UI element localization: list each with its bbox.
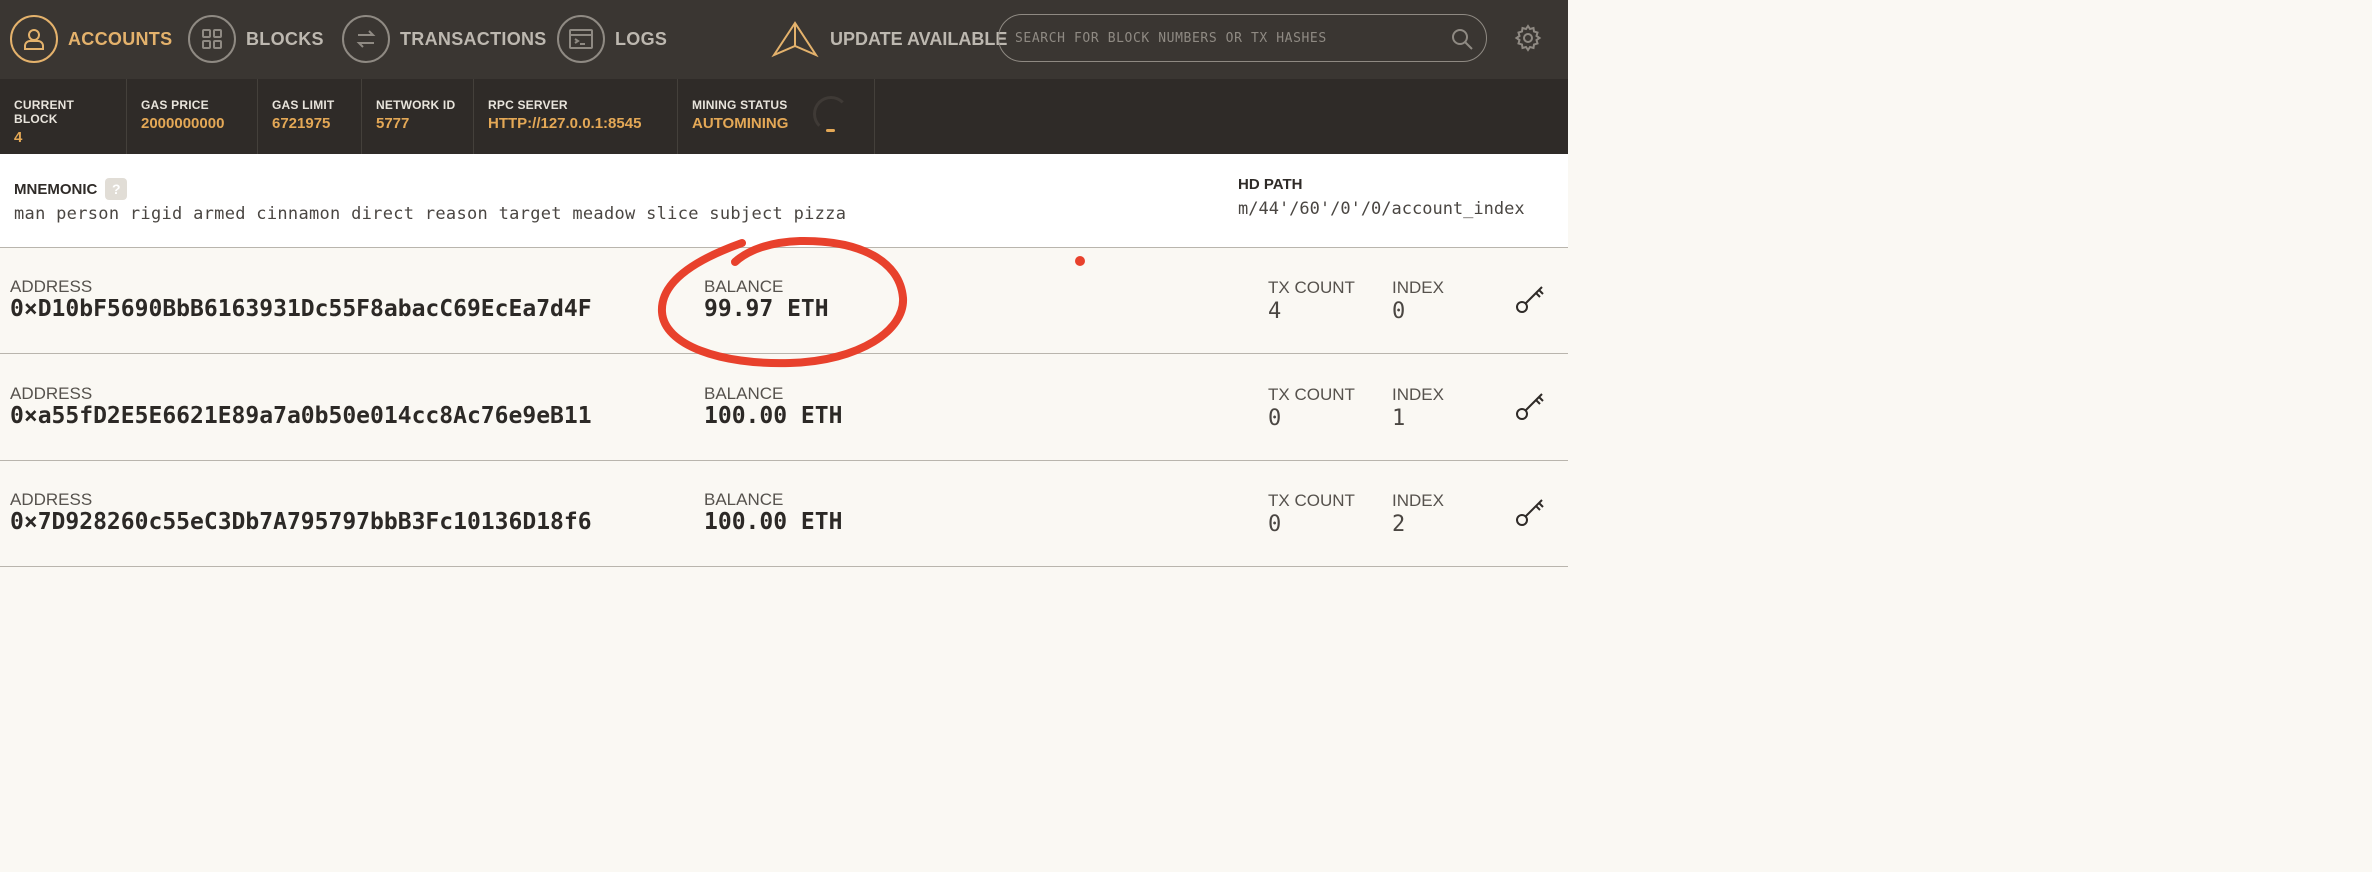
key-icon[interactable]: [1514, 281, 1548, 315]
stat-value: 2000000000: [141, 115, 225, 132]
stat-rpc-server: RPC SERVER HTTP://127.0.0.1:8545: [474, 79, 678, 154]
stat-label: CURRENT BLOCK: [14, 98, 75, 126]
stat-value: 6721975: [272, 115, 331, 132]
key-icon[interactable]: [1514, 494, 1548, 528]
stat-value: HTTP://127.0.0.1:8545: [488, 115, 642, 132]
balance-label: BALANCE: [704, 490, 784, 509]
tx-count-label: TX COUNT: [1268, 278, 1355, 297]
address-label: ADDRESS: [10, 384, 93, 403]
stat-current-block: CURRENT BLOCK 4: [0, 79, 127, 154]
search-icon[interactable]: [1450, 27, 1474, 51]
index-label: INDEX: [1392, 278, 1444, 297]
stat-network-id: NETWORK ID 5777: [362, 79, 474, 154]
nav-transactions[interactable]: TRANSACTIONS: [342, 14, 547, 64]
index-label: INDEX: [1392, 385, 1444, 404]
stat-label: NETWORK ID: [376, 98, 456, 112]
status-bar: CURRENT BLOCK 4 GAS PRICE 2000000000 GAS…: [0, 79, 1568, 154]
stat-label: RPC SERVER: [488, 98, 568, 112]
account-address: 0×D10bF5690BbB6163931Dc55F8abacC69EcEa7d…: [10, 296, 592, 322]
ganache-logo-icon: [771, 21, 819, 58]
stat-label: GAS PRICE: [141, 98, 209, 112]
stat-value: 5777: [376, 115, 410, 132]
mnemonic-title: MNEMONIC: [14, 180, 98, 198]
account-row[interactable]: ADDRESS 0×D10bF5690BbB6163931Dc55F8abacC…: [0, 248, 1568, 354]
nav-blocks[interactable]: BLOCKS: [188, 14, 324, 64]
account-tx-count: 0: [1268, 512, 1282, 537]
nav-accounts[interactable]: ACCOUNTS: [10, 14, 172, 64]
stat-value: 4: [14, 129, 23, 146]
key-icon[interactable]: [1514, 388, 1548, 422]
nav-label: TRANSACTIONS: [400, 28, 547, 49]
account-balance: 100.00 ETH: [704, 403, 843, 429]
account-tx-count: 4: [1268, 299, 1282, 324]
index-label: INDEX: [1392, 491, 1444, 510]
stat-gas-limit: GAS LIMIT 6721975: [258, 79, 362, 154]
balance-label: BALANCE: [704, 277, 784, 296]
nav-label: LOGS: [615, 28, 668, 49]
tx-count-label: TX COUNT: [1268, 385, 1355, 404]
stat-label: GAS LIMIT: [272, 98, 335, 112]
tx-count-label: TX COUNT: [1268, 491, 1355, 510]
blocks-grid-icon: [188, 15, 236, 63]
gear-icon[interactable]: [1514, 24, 1542, 52]
nav-label: BLOCKS: [246, 28, 324, 49]
update-label: UPDATE AVAILABLE: [830, 28, 1008, 49]
stat-gas-price: GAS PRICE 2000000000: [127, 79, 258, 154]
account-balance: 100.00 ETH: [704, 509, 843, 535]
nav-logs[interactable]: LOGS: [557, 14, 667, 64]
mnemonic-label: MNEMONIC ?: [14, 178, 128, 200]
mnemonic-words: man person rigid armed cinnamon direct r…: [14, 204, 847, 224]
address-label: ADDRESS: [10, 490, 93, 509]
mnemonic-section: MNEMONIC ? man person rigid armed cinnam…: [0, 154, 1568, 248]
balance-label: BALANCE: [704, 384, 784, 403]
account-balance: 99.97 ETH: [704, 296, 829, 322]
top-navigation: ACCOUNTS BLOCKS TRANSACTIONS LOGS UPDATE…: [0, 0, 1568, 79]
mining-spinner-dot: [826, 129, 835, 132]
account-index: 2: [1392, 512, 1406, 537]
help-icon[interactable]: ?: [105, 178, 128, 200]
transfer-arrows-icon: [342, 15, 390, 63]
account-address: 0×a55fD2E5E6621E89a7a0b50e014cc8Ac76e9eB…: [10, 403, 592, 429]
user-icon: [10, 15, 58, 63]
update-available-button[interactable]: UPDATE AVAILABLE: [770, 18, 1007, 60]
address-label: ADDRESS: [10, 277, 93, 296]
account-tx-count: 0: [1268, 406, 1282, 431]
hd-path-label: HD PATH: [1238, 176, 1303, 193]
terminal-window-icon: [557, 15, 605, 63]
nav-label: ACCOUNTS: [68, 28, 173, 49]
account-index: 1: [1392, 406, 1406, 431]
account-row[interactable]: ADDRESS 0×7D928260c55eC3Db7A795797bbB3Fc…: [0, 461, 1568, 567]
search-input[interactable]: [998, 14, 1487, 62]
account-index: 0: [1392, 299, 1406, 324]
hd-path-value: m/44'/60'/0'/0/account_index: [1238, 199, 1525, 219]
mining-spinner-icon: [813, 96, 849, 132]
account-row[interactable]: ADDRESS 0×a55fD2E5E6621E89a7a0b50e014cc8…: [0, 355, 1568, 461]
account-address: 0×7D928260c55eC3Db7A795797bbB3Fc10136D18…: [10, 509, 592, 535]
